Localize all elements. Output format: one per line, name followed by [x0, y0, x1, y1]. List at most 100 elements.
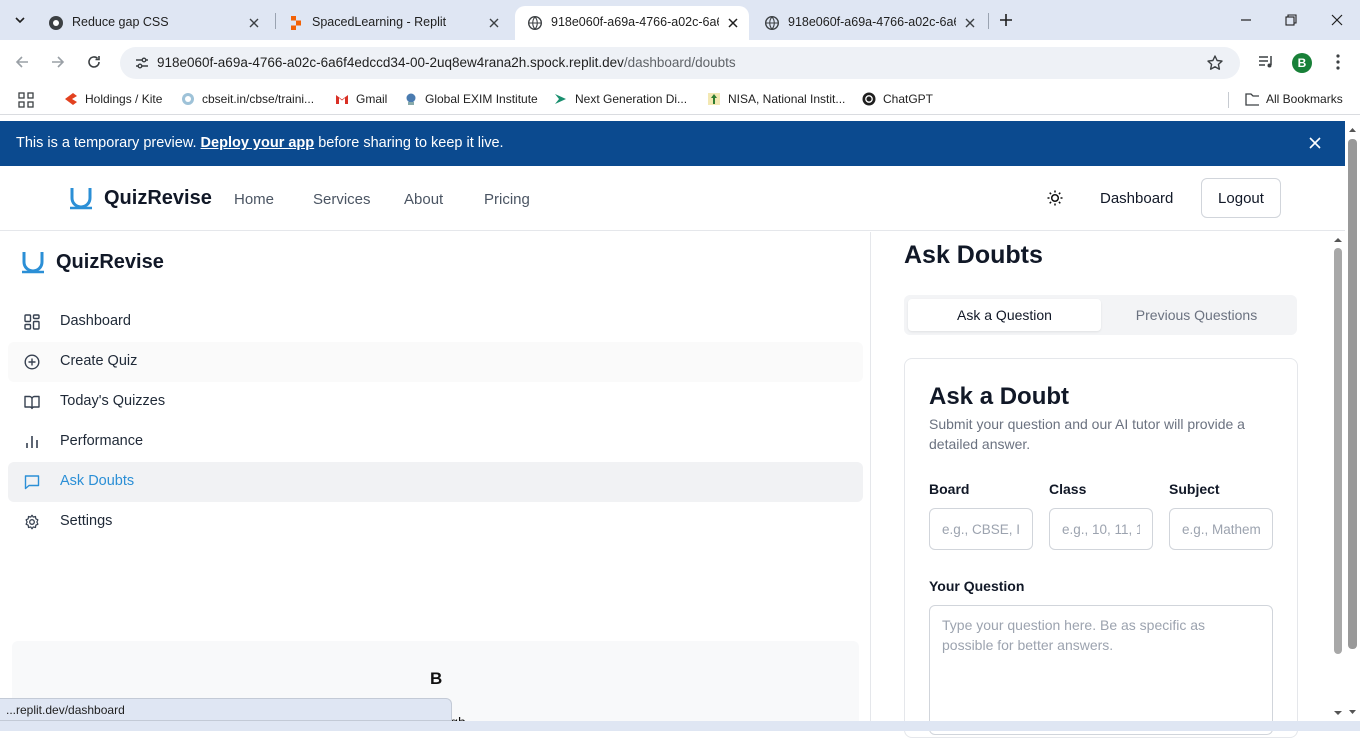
nav-pricing[interactable]: Pricing [484, 191, 530, 208]
kebab-menu-icon[interactable] [1328, 52, 1348, 72]
header-logo[interactable]: QuizRevise [68, 185, 212, 211]
browser-toolbar: 918e060f-a69a-4766-a02c-6a6f4edccd34-00-… [0, 40, 1360, 85]
bookmark-star-icon[interactable] [1206, 54, 1224, 72]
browser-tab-active[interactable]: 918e060f-a69a-4766-a02c-6a6f [515, 6, 749, 40]
arrow-right-icon [52, 56, 65, 68]
tab-previous-questions[interactable]: Previous Questions [1100, 299, 1293, 331]
close-icon[interactable] [725, 15, 741, 31]
close-icon[interactable] [486, 15, 502, 31]
minimize-button[interactable] [1236, 10, 1256, 30]
grid-icon [24, 314, 40, 330]
status-url: ...replit.dev/dashboard [0, 698, 452, 721]
plus-circle-icon [24, 354, 40, 370]
bar-chart-icon [24, 434, 40, 450]
site-info-icon[interactable] [134, 55, 150, 71]
bookmark-item[interactable]: Holdings / Kite [64, 92, 162, 106]
url-text: 918e060f-a69a-4766-a02c-6a6f4edccd34-00-… [157, 55, 736, 70]
close-window-button[interactable] [1327, 10, 1347, 30]
bookmarks-bar: Holdings / Kite cbseit.in/cbse/traini...… [0, 85, 1360, 115]
restore-button[interactable] [1281, 10, 1301, 30]
back-button[interactable] [12, 52, 32, 72]
globe-icon [48, 15, 64, 31]
subject-input[interactable] [1169, 508, 1273, 550]
sidebar-item-create-quiz[interactable]: Create Quiz [8, 342, 863, 382]
sun-icon[interactable] [1046, 189, 1064, 207]
nav-services[interactable]: Services [313, 191, 371, 208]
arrow-icon [554, 92, 568, 106]
page-title: Ask Doubts [904, 241, 1043, 269]
media-control-icon[interactable] [1256, 52, 1276, 72]
tab-title: 918e060f-a69a-4766-a02c-6a6f [551, 15, 719, 29]
tab-title: SpacedLearning - Replit [312, 15, 447, 29]
question-textarea[interactable] [929, 605, 1273, 735]
banner-text: This is a temporary preview. Deploy your… [16, 135, 504, 151]
browser-tab[interactable]: SpacedLearning - Replit [276, 6, 510, 40]
sidebar-item-performance[interactable]: Performance [8, 422, 863, 462]
bookmark-item[interactable]: cbseit.in/cbse/traini... [181, 92, 314, 106]
profile-avatar[interactable]: B [1292, 53, 1312, 73]
board-label: Board [929, 481, 970, 497]
bookmark-item[interactable]: ChatGPT [862, 92, 933, 106]
tab-ask-question[interactable]: Ask a Question [908, 299, 1101, 331]
reload-icon [88, 56, 100, 68]
app-header: QuizRevise Home Services About Pricing D… [0, 166, 1345, 231]
replit-icon [288, 15, 304, 31]
bookmark-item[interactable]: Global EXIM Institute [404, 92, 538, 106]
globe-icon [764, 15, 780, 31]
browser-tab[interactable]: 918e060f-a69a-4766-a02c-6a6f [752, 6, 986, 40]
chevron-down-icon [15, 17, 25, 24]
bookmark-item[interactable]: NISA, National Instit... [707, 92, 845, 106]
main-content: Ask Doubts Ask a Question Previous Quest… [872, 232, 1345, 738]
new-tab-button[interactable] [996, 10, 1016, 30]
address-bar[interactable]: 918e060f-a69a-4766-a02c-6a6f4edccd34-00-… [120, 47, 1240, 79]
tab-title: 918e060f-a69a-4766-a02c-6a6f [788, 15, 956, 29]
all-bookmarks[interactable]: All Bookmarks [1245, 92, 1343, 106]
gear-icon [24, 514, 40, 530]
nav-about[interactable]: About [404, 191, 443, 208]
deploy-link[interactable]: Deploy your app [201, 135, 315, 151]
board-input[interactable] [929, 508, 1033, 550]
exim-icon [404, 92, 418, 106]
logout-button[interactable]: Logout [1201, 178, 1281, 218]
sidebar-item-dashboard[interactable]: Dashboard [8, 302, 863, 342]
forward-button[interactable] [48, 52, 68, 72]
close-icon[interactable] [246, 15, 262, 31]
nav-home[interactable]: Home [234, 191, 274, 208]
plus-icon [1000, 14, 1012, 26]
chatgpt-icon [862, 92, 876, 106]
panel-scrollbar[interactable] [1331, 232, 1345, 721]
page-scrollbar[interactable] [1345, 121, 1360, 721]
card-title: Ask a Doubt [929, 383, 1070, 410]
subject-label: Subject [1169, 481, 1220, 497]
tab-search-button[interactable] [8, 8, 32, 32]
sidebar-item-todays-quizzes[interactable]: Today's Quizzes [8, 382, 863, 422]
close-icon[interactable] [962, 15, 978, 31]
logo-icon [22, 252, 44, 274]
class-input[interactable] [1049, 508, 1153, 550]
preview-banner: This is a temporary preview. Deploy your… [0, 121, 1345, 166]
doubts-tabs: Ask a Question Previous Questions [904, 295, 1297, 335]
avatar: B [430, 669, 443, 688]
gmail-icon [335, 92, 349, 106]
class-label: Class [1049, 481, 1087, 497]
kite-icon [64, 92, 78, 106]
bookmark-item[interactable]: Gmail [335, 92, 387, 106]
folder-icon [1245, 92, 1259, 106]
close-icon[interactable] [1306, 134, 1324, 152]
header-dashboard-link[interactable]: Dashboard [1100, 190, 1173, 207]
bookmark-item[interactable]: Next Generation Di... [554, 92, 687, 106]
ask-doubt-card: Ask a Doubt Submit your question and our… [904, 358, 1298, 738]
globe-icon [527, 15, 543, 31]
sidebar-logo[interactable]: QuizRevise [20, 249, 164, 275]
sidebar: QuizRevise Dashboard Create Quiz Today's… [0, 232, 871, 731]
cbse-icon [181, 92, 195, 106]
browser-tab[interactable]: Reduce gap CSS [36, 6, 270, 40]
reload-button[interactable] [84, 52, 104, 72]
sidebar-item-settings[interactable]: Settings [8, 502, 863, 542]
apps-icon[interactable] [18, 92, 34, 108]
sidebar-item-ask-doubts[interactable]: Ask Doubts [8, 462, 863, 502]
question-label: Your Question [929, 578, 1025, 594]
logo-icon [70, 188, 92, 210]
book-icon [24, 394, 40, 410]
browser-tab-strip: Reduce gap CSS SpacedLearning - Replit 9… [0, 0, 1360, 40]
